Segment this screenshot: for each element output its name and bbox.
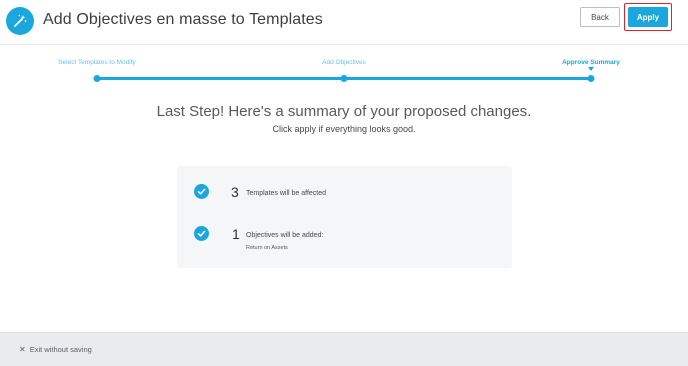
step-dot-approve-summary [587,75,595,82]
step-label-select-templates[interactable]: Select Templates to Modify [58,59,136,66]
summary-subtitle: Click apply if everything looks good. [272,124,416,134]
summary-title: Last Step! Here's a summary of your prop… [156,103,532,120]
back-button[interactable]: Back [580,7,620,27]
active-step-caret-icon [588,67,594,71]
objectives-added-count: 1 [232,226,240,242]
step-label-approve-summary: Approve Summary [562,59,620,66]
check-circle-icon [194,226,209,241]
check-circle-icon [194,184,209,199]
summary-card: 3 Templates will be affected 1 Objective… [177,166,512,268]
step-label-add-objectives[interactable]: Add Objectives [322,59,366,66]
magic-wand-icon [6,7,34,35]
exit-label: Exit without saving [29,345,92,354]
objective-name: Return on Assets [246,245,288,251]
footer-bar: ✕ Exit without saving [0,332,688,366]
app-window: Add Objectives en masse to Templates Sel… [0,0,688,366]
objectives-added-text: Objectives will be added: [246,232,324,239]
exit-without-saving-link[interactable]: ✕ Exit without saving [19,345,92,354]
apply-button[interactable]: Apply [628,7,668,27]
step-dot-add-objectives[interactable] [340,75,348,82]
step-dot-select-templates[interactable] [93,75,101,82]
templates-affected-count: 3 [231,184,239,200]
templates-affected-text: Templates will be affected [246,190,327,197]
page-title: Add Objectives en masse to Templates [43,11,323,28]
close-icon: ✕ [19,345,26,354]
